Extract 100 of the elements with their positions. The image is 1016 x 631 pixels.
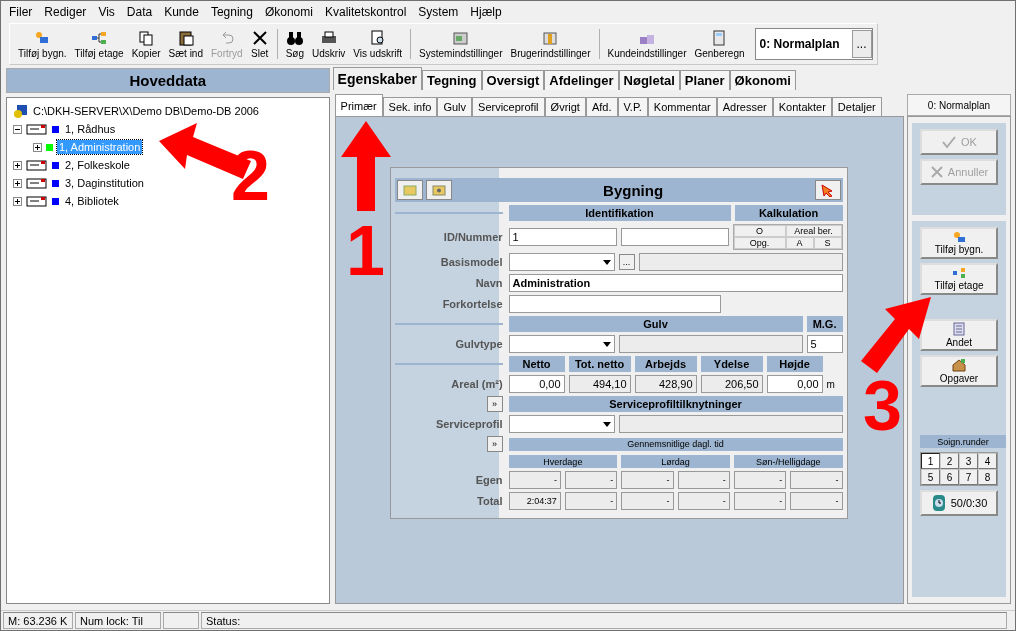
tree-item[interactable]: 2, Folkeskole xyxy=(63,158,132,172)
plan-tab[interactable]: 0: Normalplan xyxy=(907,94,1011,116)
expand-button[interactable]: » xyxy=(486,396,503,412)
expand-icon[interactable] xyxy=(33,142,42,152)
menu-item[interactable]: Kunde xyxy=(158,5,205,19)
tab[interactable]: Planer xyxy=(679,70,730,90)
side-button[interactable]: Tilføj bygn. xyxy=(920,227,998,259)
spin-field[interactable]: 5 xyxy=(806,335,843,353)
dropdown[interactable] xyxy=(508,253,615,271)
toolbar-button[interactable]: Tilføj bygn. xyxy=(14,28,71,60)
tab[interactable]: Detaljer xyxy=(831,97,882,116)
tab[interactable]: Afd. xyxy=(585,97,618,116)
copy-icon xyxy=(137,29,156,46)
round-button[interactable]: 4 xyxy=(978,453,997,469)
side-button[interactable]: Tilføj etage xyxy=(920,263,998,295)
menu-item[interactable]: Filer xyxy=(3,5,39,19)
menu-item[interactable]: Kvalitetskontrol xyxy=(318,5,413,19)
tab[interactable]: Primær xyxy=(334,94,383,116)
menu-item[interactable]: Data xyxy=(120,5,159,19)
panel-title: Hoveddata xyxy=(6,68,330,93)
menu-item[interactable]: Rediger xyxy=(38,5,93,19)
input-field[interactable]: 0,00 xyxy=(508,375,565,393)
toolbar-button[interactable]: Slet xyxy=(246,28,273,60)
expand-icon[interactable] xyxy=(13,178,22,188)
toolbar-button[interactable]: Søg xyxy=(281,28,308,60)
dropdown[interactable] xyxy=(508,415,615,433)
close-icon xyxy=(929,165,944,179)
round-button[interactable]: 3 xyxy=(959,453,978,469)
toolbar-button[interactable]: Udskriv xyxy=(308,28,350,60)
tab[interactable]: Afdelinger xyxy=(544,70,619,90)
time-field: - xyxy=(677,492,730,510)
round-button[interactable]: 8 xyxy=(978,469,997,485)
tree-root: C:\DKH-SERVER\X\Demo DB\Demo-DB 2006 xyxy=(33,105,259,117)
toolbar-button[interactable]: Systemindstillinger xyxy=(415,28,507,60)
input-field[interactable]: 0,00 xyxy=(766,375,823,393)
menu-item[interactable]: Hjælp xyxy=(464,5,508,19)
round-button[interactable]: 7 xyxy=(959,469,978,485)
status-text: M: 63.236 K xyxy=(3,612,73,629)
side-button[interactable]: Andet xyxy=(920,319,998,351)
toolbar-button[interactable]: Tilføj etage xyxy=(70,28,128,60)
menu-item[interactable]: System xyxy=(412,5,465,19)
side-button[interactable]: Opgaver xyxy=(920,355,998,387)
tab[interactable]: Gulv xyxy=(437,97,473,116)
toolbar-button[interactable]: Kundeindstillinger xyxy=(603,28,691,60)
envelope-icon xyxy=(26,194,48,208)
column-heading: Hverdage xyxy=(508,455,618,468)
tab[interactable]: Oversigt xyxy=(481,70,545,90)
clipboard-icon xyxy=(176,29,195,46)
expand-icon[interactable] xyxy=(13,160,22,170)
photo-button[interactable] xyxy=(425,180,452,200)
expand-button[interactable]: » xyxy=(486,436,503,452)
toolbar-button[interactable]: Kopier xyxy=(127,28,165,60)
input-field: 206,50 xyxy=(700,375,763,393)
tab[interactable]: Egenskaber xyxy=(332,67,422,90)
tree-item[interactable]: 3, Daginstitution xyxy=(63,176,146,190)
dropdown[interactable] xyxy=(508,335,615,353)
input-field[interactable]: Administration xyxy=(508,274,843,292)
form-title: Bygning xyxy=(602,181,665,199)
toolbar-button[interactable]: Sæt ind xyxy=(164,28,207,60)
round-button[interactable]: 6 xyxy=(940,469,959,485)
tab[interactable]: Tegning xyxy=(421,70,482,90)
round-button[interactable]: 2 xyxy=(940,453,959,469)
round-button[interactable]: 1 xyxy=(921,453,940,469)
toolbar-button[interactable]: Brugerindstillinger xyxy=(506,28,595,60)
tab[interactable]: V.P. xyxy=(617,97,648,116)
pointer-button[interactable] xyxy=(814,180,841,200)
menu-item[interactable]: Tegning xyxy=(204,5,259,19)
grid-text: Opg. xyxy=(733,237,786,249)
expand-icon[interactable] xyxy=(13,196,22,206)
tree-item[interactable]: 4, Bibliotek xyxy=(63,194,121,208)
folder-icon xyxy=(431,184,446,196)
tree-item[interactable]: 1, Rådhus xyxy=(63,122,118,136)
field-label: Areal (m²) xyxy=(450,378,503,390)
unit-label: m xyxy=(826,378,835,390)
collapse-icon[interactable] xyxy=(13,124,22,134)
tab[interactable]: Øvrigt xyxy=(544,97,586,116)
input-field[interactable] xyxy=(508,295,721,313)
browse-button[interactable]: ... xyxy=(618,254,635,270)
tab[interactable]: Kontakter xyxy=(772,97,832,116)
time-field: - xyxy=(508,471,561,489)
tab[interactable]: Serviceprofil xyxy=(472,97,545,116)
round-button[interactable]: 5 xyxy=(921,469,940,485)
toolbar-button[interactable]: Genberegn xyxy=(690,28,749,60)
toolbar-button[interactable]: Vis udskrift xyxy=(349,28,407,60)
time-field: - xyxy=(564,471,618,489)
menu-item[interactable]: Økonomi xyxy=(258,5,319,19)
folder-button[interactable] xyxy=(396,180,423,200)
input-field[interactable] xyxy=(620,228,729,246)
plan-selector[interactable]: 0: Normalplan ... xyxy=(754,28,873,60)
browse-button[interactable]: ... xyxy=(851,30,872,58)
tab[interactable]: Økonomi xyxy=(729,70,796,90)
timer-button[interactable]: 50/0:30 xyxy=(920,490,998,516)
tab[interactable]: Kommentar xyxy=(647,97,717,116)
grid-text: O xyxy=(733,225,786,237)
menu-item[interactable]: Vis xyxy=(92,5,121,19)
tab[interactable]: Adresser xyxy=(716,97,773,116)
tab[interactable]: Sek. info xyxy=(382,97,438,116)
input-field[interactable]: 1 xyxy=(508,228,617,246)
status-panel xyxy=(163,612,199,629)
tab[interactable]: Nøgletal xyxy=(618,70,680,90)
